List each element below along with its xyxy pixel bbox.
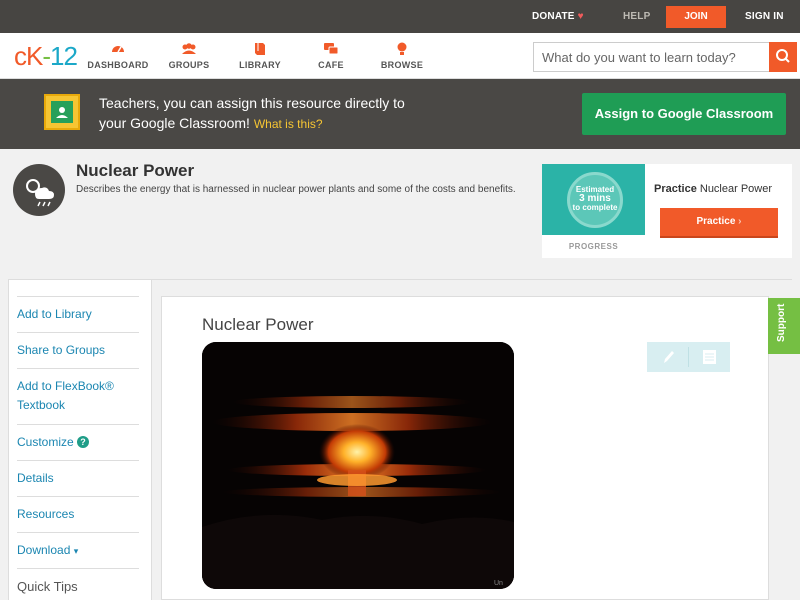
help-link[interactable]: HELP	[623, 11, 650, 22]
annotate-button[interactable]	[647, 342, 688, 372]
help-icon[interactable]: ?	[77, 436, 90, 448]
logo-c: c	[14, 41, 27, 71]
assign-google-classroom-button[interactable]: Assign to Google Classroom	[582, 93, 786, 135]
donate-label: DONATE	[532, 11, 575, 22]
practice-button-label: Practice	[696, 216, 736, 227]
sidebar-item-label: Add to FlexBook®	[17, 379, 114, 393]
sidebar-item-label: Add to Library	[17, 307, 92, 321]
sidebar-item-customize[interactable]: Customize ?	[17, 424, 139, 460]
nav-library-label: LIBRARY	[239, 60, 281, 70]
ck12-logo[interactable]: cK-12	[14, 41, 78, 72]
concept-title: Nuclear Power	[76, 161, 195, 180]
library-icon	[255, 43, 265, 55]
nav-groups-label: GROUPS	[168, 60, 210, 70]
dashboard-icon	[112, 46, 124, 53]
support-tab[interactable]: Support	[768, 298, 800, 354]
nav-dashboard[interactable]: DASHBOARD	[78, 41, 158, 70]
concept-description: Describes the energy that is harnessed i…	[76, 184, 516, 195]
sidebar: Add to Library Share to Groups Add to Fl…	[9, 280, 151, 600]
logo-num: 12	[50, 41, 78, 71]
notes-icon	[703, 350, 716, 364]
google-classroom-icon	[44, 94, 80, 130]
sign-in-link[interactable]: SIGN IN	[745, 11, 784, 22]
join-button[interactable]: JOIN	[666, 6, 726, 28]
estimate-complete: to complete	[572, 203, 618, 212]
chevron-right-icon: ›	[738, 216, 742, 227]
logo-k: K	[26, 41, 43, 71]
notes-button[interactable]	[689, 342, 730, 372]
image-caption: Un	[494, 580, 503, 587]
cafe-icon	[324, 43, 339, 55]
practice-heading-topic: Nuclear Power	[699, 183, 773, 195]
progress-label: PROGRESS	[568, 242, 619, 251]
nav-groups[interactable]: GROUPS	[149, 41, 229, 70]
logo-dash: -	[42, 41, 51, 71]
sidebar-item-resources[interactable]: Resources	[17, 496, 139, 532]
search-input[interactable]	[533, 42, 771, 72]
nav-browse-label: BROWSE	[380, 60, 424, 70]
banner-line2: your Google Classroom!	[99, 115, 250, 131]
quick-tips-heading: Quick Tips	[17, 568, 139, 600]
quick-tips-label: Quick Tips	[17, 579, 78, 594]
sidebar-item-label: Details	[17, 471, 54, 485]
content-tools	[647, 342, 730, 372]
sidebar-item-add-to-library[interactable]: Add to Library	[17, 296, 139, 332]
practice-heading-bold: Practice	[654, 183, 697, 195]
browse-icon	[397, 42, 407, 55]
sidebar-item-share-to-groups[interactable]: Share to Groups	[17, 332, 139, 368]
caret-down-icon: ▾	[73, 546, 79, 556]
sidebar-item-label: Resources	[17, 507, 75, 521]
pencil-icon	[664, 351, 674, 363]
search-button[interactable]	[769, 42, 797, 72]
groups-icon	[182, 43, 196, 54]
nav-browse[interactable]: BROWSE	[362, 41, 442, 70]
weather-icon	[13, 164, 65, 216]
nav-dashboard-label: DASHBOARD	[87, 60, 149, 70]
banner-message: Teachers, you can assign this resource d…	[99, 93, 459, 134]
practice-button[interactable]: Practice ›	[660, 208, 778, 238]
sidebar-item-label: Download	[17, 543, 71, 557]
sidebar-item-details[interactable]: Details	[17, 460, 139, 496]
nav-cafe[interactable]: CAFE	[291, 41, 371, 70]
sidebar-item-label: Customize	[17, 435, 74, 449]
top-bar: DONATE ♥ HELP JOIN SIGN IN	[0, 0, 800, 33]
nav-library[interactable]: LIBRARY	[220, 41, 300, 70]
sidebar-item-label-line2: Textbook	[17, 398, 66, 412]
estimate-badge: Estimated 3 mins to complete	[567, 172, 623, 228]
search-icon	[776, 49, 790, 63]
sidebar-item-label: Share to Groups	[17, 343, 106, 357]
donate-link[interactable]: DONATE ♥	[532, 11, 584, 22]
practice-card: Estimated 3 mins to complete PROGRESS Pr…	[542, 164, 792, 258]
practice-heading: Practice Nuclear Power	[654, 183, 772, 195]
nuclear-explosion-image: Un	[202, 342, 514, 589]
nav-cafe-label: CAFE	[318, 60, 344, 70]
support-label: Support	[776, 303, 787, 342]
content-title: Nuclear Power	[202, 315, 314, 334]
sidebar-item-download[interactable]: Download ▾	[17, 532, 139, 568]
practice-progress-art: Estimated 3 mins to complete	[542, 164, 645, 235]
main-nav: cK-12 DASHBOARD GROUPS LIBRARY CAFE BROW…	[0, 33, 800, 79]
banner-line1: Teachers, you can assign this resource d…	[99, 95, 405, 111]
what-is-this-link[interactable]: What is this?	[254, 117, 323, 131]
heart-icon: ♥	[577, 11, 584, 22]
sidebar-item-add-to-flexbook[interactable]: Add to FlexBook® Textbook	[17, 368, 139, 424]
